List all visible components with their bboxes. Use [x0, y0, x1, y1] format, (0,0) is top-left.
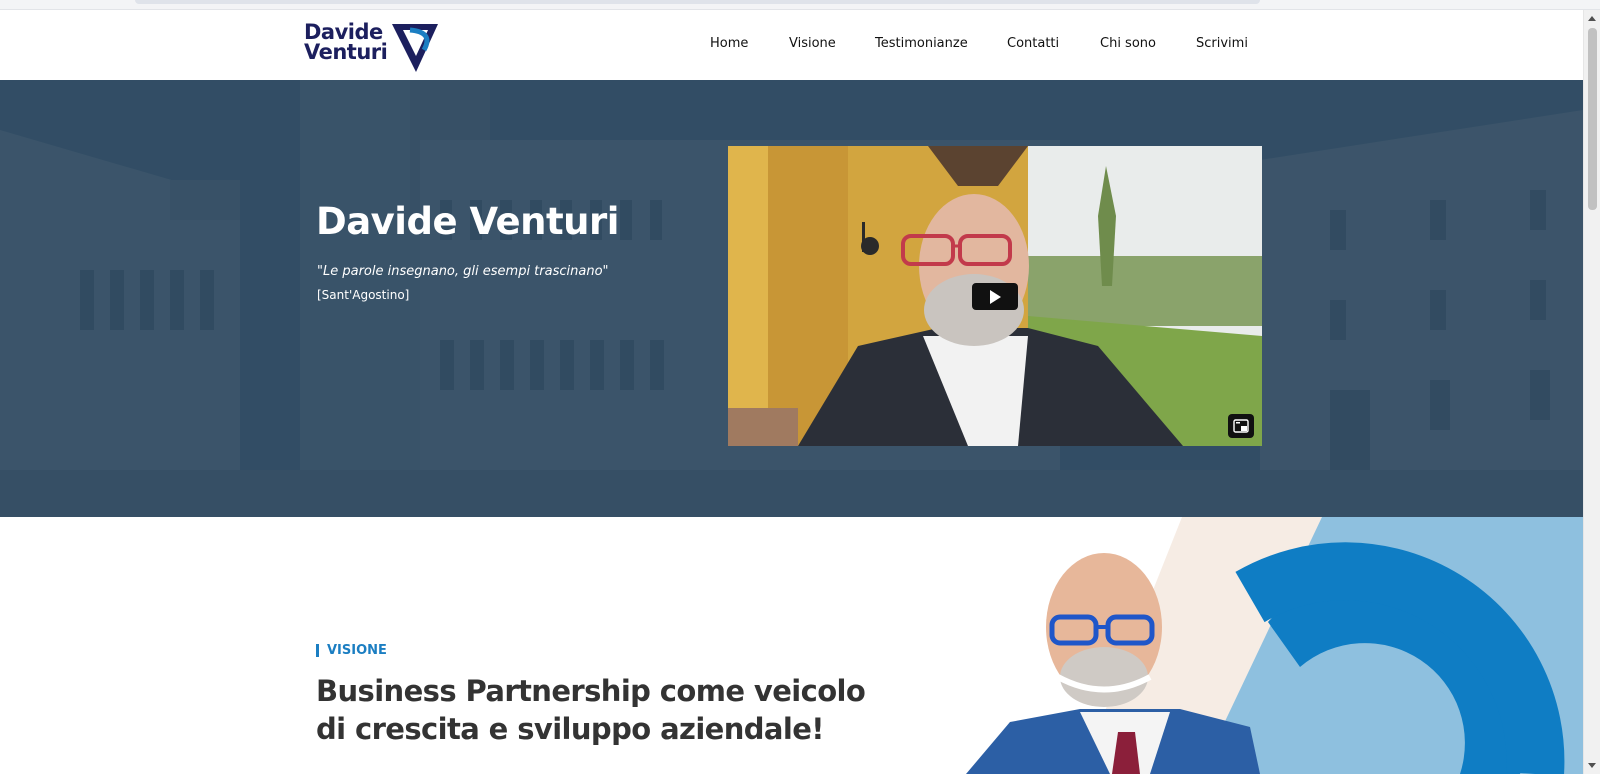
site-logo[interactable]: Davide Venturi — [304, 18, 444, 74]
hero-quote: "Le parole insegnano, gli esempi trascin… — [317, 264, 609, 279]
logo-line-1: Davide — [304, 20, 383, 44]
nav-home[interactable]: Home — [710, 36, 770, 51]
nav-chi-sono[interactable]: Chi sono — [1100, 36, 1175, 51]
browser-top-strip — [0, 0, 1600, 10]
scroll-thumb[interactable] — [1588, 28, 1597, 210]
site-header: Davide Venturi Home Visione Testimonianz… — [0, 10, 1583, 80]
vision-heading: Business Partnership come veicolo di cre… — [316, 672, 916, 748]
nav-contatti[interactable]: Contatti — [1007, 36, 1077, 51]
hero-video-player[interactable] — [728, 146, 1262, 446]
nav-visione[interactable]: Visione — [789, 36, 849, 51]
scroll-down-arrow-icon[interactable] — [1588, 763, 1596, 768]
vision-heading-line-2: di crescita e sviluppo aziendale! — [316, 712, 825, 746]
vision-section: VISIONE Business Partnership come veicol… — [0, 517, 1583, 774]
picture-in-picture-icon — [1233, 419, 1249, 433]
logo-line-2: Venturi — [304, 40, 388, 64]
page-scrollbar[interactable] — [1583, 10, 1600, 774]
dv-monogram-icon — [392, 24, 438, 72]
vision-heading-line-1: Business Partnership come veicolo — [316, 674, 866, 708]
logo-text: Davide Venturi — [304, 20, 388, 64]
browser-tab-strip — [135, 0, 1260, 4]
hero-section: Davide Venturi "Le parole insegnano, gli… — [0, 80, 1583, 517]
scroll-up-arrow-icon[interactable] — [1588, 16, 1596, 21]
play-icon — [990, 289, 1001, 304]
section-label: VISIONE — [316, 643, 387, 658]
hero-quote-author: [Sant'Agostino] — [317, 288, 410, 302]
video-play-button[interactable] — [972, 283, 1018, 310]
section-label-text: VISIONE — [327, 643, 387, 658]
label-accent-bar — [316, 644, 319, 657]
video-pip-button[interactable] — [1228, 414, 1254, 438]
hero-title: Davide Venturi — [316, 200, 619, 243]
nav-scrivimi[interactable]: Scrivimi — [1196, 36, 1266, 51]
nav-testimonianze[interactable]: Testimonianze — [875, 36, 985, 51]
